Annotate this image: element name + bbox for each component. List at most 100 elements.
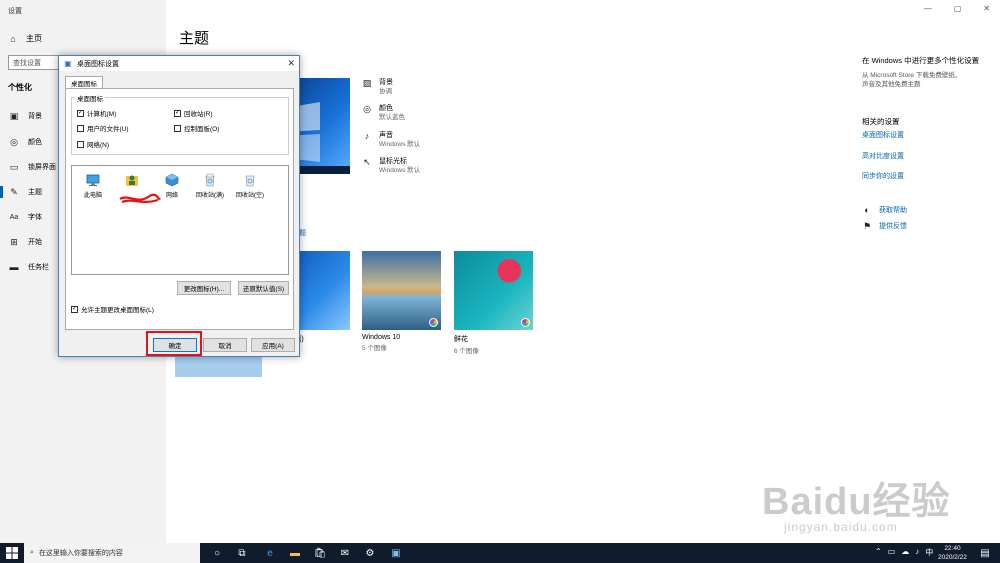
- speaker-icon: ♪: [364, 131, 370, 141]
- theme-image-count: 5 个图像: [362, 345, 387, 352]
- sidebar-item-label: 任务栏: [28, 264, 49, 271]
- task-view-icon[interactable]: ⧉: [235, 546, 249, 560]
- related-link-high-contrast[interactable]: 高对比度设置: [862, 151, 904, 161]
- icon-item-recycle-full[interactable]: 回收站(满): [190, 172, 230, 199]
- cortana-icon[interactable]: ○: [210, 546, 224, 560]
- restore-default-button[interactable]: 还原默认值(S): [238, 281, 289, 295]
- prop-cursor[interactable]: ↖ 鼠标光标 Windows 默认: [362, 157, 420, 175]
- dialog-titlebar[interactable]: ▣ 桌面图标设置 ✕: [59, 56, 299, 71]
- icon-item-network[interactable]: 网络: [152, 172, 192, 199]
- prop-value: Windows 默认: [379, 141, 421, 148]
- ime-indicator[interactable]: 中: [925, 547, 933, 558]
- network-icon: [165, 173, 179, 187]
- chevron-up-icon[interactable]: ⌃: [875, 547, 882, 558]
- theme-card-windows10[interactable]: Windows 10 5 个图像: [362, 251, 441, 352]
- settings-gear-icon[interactable]: ⚙: [363, 546, 377, 560]
- theme-card-flowers[interactable]: 鲜花 6 个图像: [454, 251, 533, 355]
- checkbox-checked-icon: ✓: [174, 109, 181, 117]
- related-link-desktop-icons[interactable]: 桌面图标设置: [862, 130, 904, 140]
- font-icon: Aa: [9, 213, 19, 221]
- prop-value: 默认蓝色: [379, 114, 405, 121]
- checkbox-empty-icon: [174, 124, 181, 132]
- sidebar-item-label: 颜色: [28, 139, 42, 146]
- prop-sound[interactable]: ♪ 声音 Windows 默认: [362, 131, 420, 149]
- color-wheel-icon: [429, 318, 438, 327]
- checkbox-empty-icon: [77, 124, 84, 132]
- icon-item-this-pc[interactable]: 此电脑: [73, 172, 113, 199]
- save-theme-link[interactable]: 题: [299, 228, 306, 238]
- icon-label: 回收站(空): [236, 193, 264, 199]
- checkbox-computer[interactable]: ✓ 计算机(M): [77, 108, 116, 118]
- prop-label: 鼠标光标: [379, 158, 407, 165]
- prop-background[interactable]: ▨ 背景 协调: [362, 78, 393, 96]
- checkbox-control-panel[interactable]: 控制面板(O): [174, 123, 219, 133]
- mail-icon[interactable]: ✉: [338, 546, 352, 560]
- desktop-icons-group: 桌面图标 ✓ 计算机(M) ✓ 回收站(R) 用户的文件(U) 控制面板(O) …: [71, 93, 289, 155]
- cancel-button[interactable]: 取消: [203, 338, 247, 352]
- prop-label: 背景: [379, 79, 393, 86]
- monitor-icon: ▭: [9, 161, 19, 172]
- taskbar-clock[interactable]: 22:40 2020/2/22: [938, 544, 967, 562]
- icon-item-recycle-empty[interactable]: 回收站(空): [230, 172, 270, 199]
- store-desc-2: 声音及其他免费主题: [862, 81, 921, 88]
- theme-name: Windows 10: [362, 334, 401, 341]
- ok-button-highlight-annotation: [146, 331, 202, 356]
- close-icon[interactable]: ✕: [287, 58, 295, 69]
- maximize-icon[interactable]: ▢: [954, 4, 962, 13]
- user-folder-icon: [126, 175, 138, 186]
- notification-icon[interactable]: ▤: [978, 546, 992, 560]
- theme-thumbnail: [454, 251, 533, 330]
- checkbox-label: 网络(N): [87, 142, 110, 149]
- palette-icon: ◎: [10, 136, 18, 147]
- taskbar: ⌕ 在这里输入你要搜索的内容 ○ ⧉ e ▬ 🛍 ✉ ⚙ ▣ ⌃ ▭ ☁ ♪ 中…: [0, 543, 1000, 563]
- sidebar-item-label: 主题: [28, 189, 42, 196]
- color-wheel-icon: [521, 318, 530, 327]
- theme-image-count: 6 个图像: [454, 348, 479, 355]
- search-icon: ⌕: [30, 549, 34, 556]
- feedback-link[interactable]: ⚑ 提供反馈: [862, 221, 907, 231]
- store-icon[interactable]: 🛍: [313, 546, 327, 560]
- cursor-icon: ↖: [363, 156, 371, 167]
- checkbox-network[interactable]: 网络(N): [77, 139, 109, 149]
- recycle-bin-full-icon: [205, 173, 215, 187]
- edge-browser-icon[interactable]: e: [263, 546, 277, 560]
- theme-name: 鲜花: [454, 336, 468, 343]
- recycle-bin-empty-icon: [245, 175, 255, 187]
- icon-item-user-files[interactable]: [112, 172, 152, 188]
- brush-icon: ✎: [10, 186, 18, 197]
- computer-icon: [86, 174, 100, 186]
- store-heading: 在 Windows 中进行更多个性化设置: [862, 56, 980, 65]
- cloud-icon[interactable]: ☁: [901, 547, 909, 558]
- taskbar-search-placeholder: 在这里输入你要搜索的内容: [38, 550, 123, 557]
- window-title: 设置: [8, 8, 22, 15]
- change-icon-button[interactable]: 更改图标(H)...: [177, 281, 231, 295]
- clock-date: 2020/2/22: [938, 554, 967, 561]
- battery-icon[interactable]: ▭: [888, 547, 896, 558]
- feedback-label: 提供反馈: [879, 223, 907, 230]
- file-explorer-icon[interactable]: ▬: [288, 546, 302, 560]
- checkbox-label: 用户的文件(U): [87, 126, 129, 133]
- windows-start-icon[interactable]: [6, 547, 18, 559]
- checkbox-allow-themes[interactable]: ✓ 允许主题更改桌面图标(L): [71, 304, 154, 314]
- icon-label: 网络: [165, 193, 178, 199]
- checkbox-user-files[interactable]: 用户的文件(U): [77, 123, 129, 133]
- minimize-icon[interactable]: —: [924, 4, 932, 13]
- checkbox-recycle-bin[interactable]: ✓ 回收站(R): [174, 108, 213, 118]
- sidebar-item-label: 字体: [28, 214, 42, 221]
- desktop-icon-list[interactable]: 此电脑 网络 回收站(满) 回收站(空): [71, 165, 289, 275]
- desktop-settings-app-icon[interactable]: ▣: [389, 546, 403, 560]
- related-link-sync[interactable]: 同步你的设置: [862, 171, 904, 181]
- volume-icon[interactable]: ♪: [915, 547, 919, 558]
- sidebar-item-label: 背景: [28, 113, 42, 120]
- taskbar-icon: ▬: [9, 262, 19, 272]
- apply-button[interactable]: 应用(A): [251, 338, 295, 352]
- prop-label: 颜色: [379, 105, 393, 112]
- nav-home[interactable]: ⌂ 主页: [8, 33, 42, 44]
- system-tray: ⌃ ▭ ☁ ♪ 中: [875, 547, 933, 558]
- taskbar-search-input[interactable]: ⌕ 在这里输入你要搜索的内容: [24, 543, 200, 563]
- get-help-link[interactable]: ◐ 获取帮助: [862, 205, 907, 215]
- dialog-app-icon: ▣: [64, 59, 72, 68]
- close-icon[interactable]: ✕: [983, 4, 990, 13]
- page-title: 主题: [179, 30, 210, 47]
- prop-color[interactable]: ◎ 颜色 默认蓝色: [362, 104, 405, 122]
